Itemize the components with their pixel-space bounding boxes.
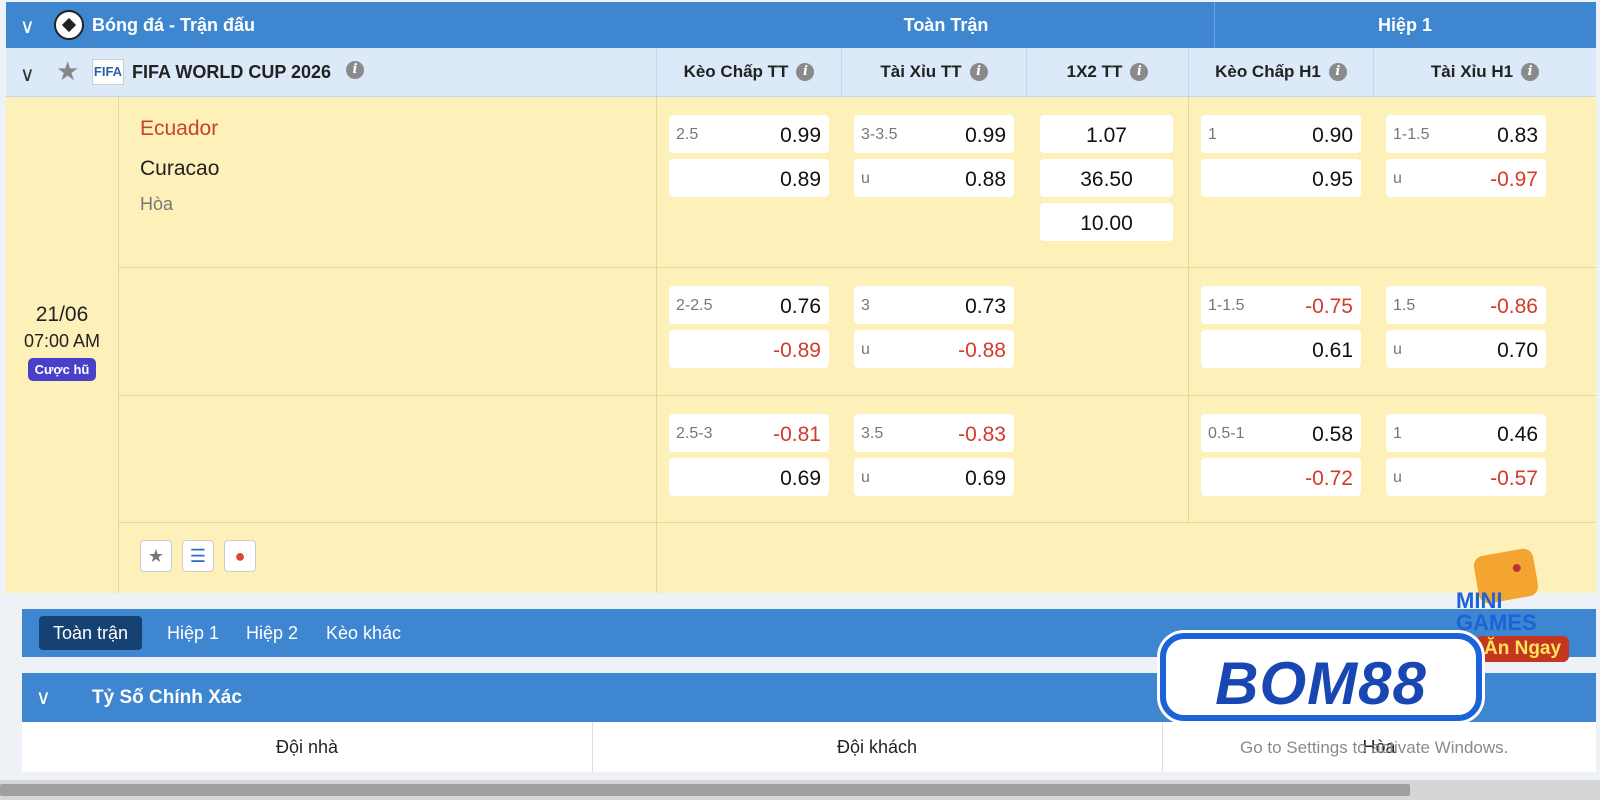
- col-ou-ft: Tài Xỉu TT i: [841, 48, 1026, 96]
- odds-cell[interactable]: 1 0.90: [1201, 115, 1361, 153]
- col-1x2-ft: 1X2 TT i: [1026, 48, 1188, 96]
- sport-title: Bóng đá - Trận đấu: [92, 15, 256, 35]
- favorite-star-icon[interactable]: ★: [140, 540, 172, 572]
- match-time: 07:00 AM: [23, 331, 101, 351]
- league-name: FIFA WORLD CUP 2026: [132, 62, 332, 82]
- odds-cell[interactable]: -0.89: [669, 330, 829, 368]
- odds-cell[interactable]: 2.5 0.99: [669, 115, 829, 153]
- chevron-down-icon[interactable]: ∨: [20, 14, 35, 39]
- tab-full-match[interactable]: Toàn trận: [39, 616, 143, 650]
- col-home: Đội nhà: [275, 737, 339, 757]
- odds-cell[interactable]: 2-2.5 0.76: [669, 286, 829, 324]
- odds-cell[interactable]: 2.5-3 -0.81: [669, 414, 829, 452]
- odds-cell[interactable]: 1.07: [1040, 115, 1173, 153]
- exact-score-title: Tỷ Số Chính Xác: [92, 687, 242, 708]
- match-datetime: 21/06 07:00 AM Cược hũ: [6, 303, 118, 381]
- odds-cell[interactable]: 3.5 -0.83: [854, 414, 1014, 452]
- star-icon[interactable]: ★: [56, 56, 79, 87]
- col-hdp-ft: Kèo Chấp TT i: [656, 48, 841, 96]
- odds-cell[interactable]: u -0.57: [1386, 458, 1546, 496]
- league-header: ∨ ★ FIFA FIFA WORLD CUP 2026 i Kèo Chấp …: [6, 48, 1596, 97]
- info-icon[interactable]: i: [969, 63, 988, 81]
- odds-cell[interactable]: u 0.69: [854, 458, 1014, 496]
- odds-cell[interactable]: 1 0.46: [1386, 414, 1546, 452]
- match-block: 21/06 07:00 AM Cược hũ Ecuador Curacao H…: [6, 97, 1596, 593]
- odds-cell[interactable]: 0.5-1 0.58: [1201, 414, 1361, 452]
- fifa-logo: FIFA: [92, 59, 124, 85]
- odds-cell[interactable]: 1-1.5 -0.75: [1201, 286, 1361, 324]
- chevron-down-icon[interactable]: ∨: [36, 685, 51, 710]
- away-team: Curacao: [140, 157, 220, 180]
- info-icon[interactable]: i: [1130, 63, 1149, 81]
- draw-label: Hòa: [140, 194, 174, 214]
- activation-watermark: Go to Settings to activate Windows.: [1240, 738, 1509, 757]
- odds-cell[interactable]: 3-3.5 0.99: [854, 115, 1014, 153]
- odds-cell[interactable]: 1-1.5 0.83: [1386, 115, 1546, 153]
- odds-page: ∨ Bóng đá - Trận đấu Toàn Trận Hiệp 1 ∨ …: [0, 0, 1600, 800]
- home-team: Ecuador: [140, 117, 219, 140]
- scrollbar-thumb[interactable]: [0, 784, 1410, 796]
- odds-cell[interactable]: 10.00: [1040, 203, 1173, 241]
- jackpot-badge[interactable]: Cược hũ: [27, 358, 97, 381]
- half1-header: Hiệp 1: [1377, 15, 1433, 35]
- col-away: Đội khách: [836, 737, 918, 757]
- odds-cell[interactable]: 3 0.73: [854, 286, 1014, 324]
- tab-other[interactable]: Kèo khác: [312, 616, 415, 650]
- tab-half1[interactable]: Hiệp 1: [153, 616, 233, 650]
- info-icon[interactable]: i: [1328, 63, 1347, 81]
- horizontal-scrollbar[interactable]: [0, 780, 1600, 800]
- info-icon[interactable]: i: [1521, 63, 1540, 81]
- soccer-ball-icon: [54, 10, 84, 40]
- odds-cell[interactable]: 0.61: [1201, 330, 1361, 368]
- odds-cell[interactable]: u 0.70: [1386, 330, 1546, 368]
- odds-cell[interactable]: u 0.88: [854, 159, 1014, 197]
- tab-half2[interactable]: Hiệp 2: [232, 616, 312, 650]
- odds-cell[interactable]: 36.50: [1040, 159, 1173, 197]
- odds-cell[interactable]: 0.95: [1201, 159, 1361, 197]
- odds-cell[interactable]: 0.69: [669, 458, 829, 496]
- col-hdp-h1: Kèo Chấp H1 i: [1188, 48, 1373, 96]
- match-date: 21/06: [35, 303, 89, 326]
- odds-cell[interactable]: 1.5 -0.86: [1386, 286, 1546, 324]
- bom88-logo[interactable]: BOM88: [1160, 633, 1482, 721]
- fire-icon[interactable]: ●: [224, 540, 256, 572]
- sport-header: ∨ Bóng đá - Trận đấu Toàn Trận Hiệp 1: [6, 2, 1596, 48]
- chevron-down-icon[interactable]: ∨: [20, 62, 35, 87]
- odds-cell[interactable]: 0.89: [669, 159, 829, 197]
- odds-cell[interactable]: -0.72: [1201, 458, 1361, 496]
- info-icon[interactable]: i: [796, 63, 815, 81]
- odds-cell[interactable]: u -0.97: [1386, 159, 1546, 197]
- full-match-header: Toàn Trận: [903, 15, 989, 35]
- coins-icon[interactable]: ☰: [182, 540, 214, 572]
- info-icon[interactable]: i: [346, 61, 364, 79]
- odds-cell[interactable]: u -0.88: [854, 330, 1014, 368]
- col-ou-h1: Tài Xỉu H1 i: [1373, 48, 1596, 96]
